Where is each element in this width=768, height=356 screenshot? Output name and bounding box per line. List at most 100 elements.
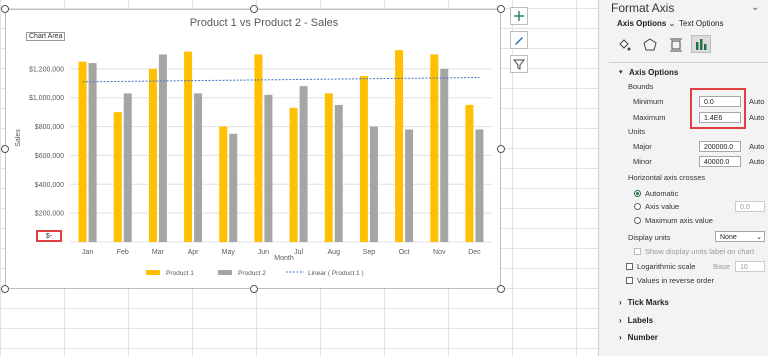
resize-handle-tc[interactable] bbox=[250, 5, 258, 13]
section-labels[interactable]: › Labels bbox=[619, 316, 653, 325]
bar-product-1 bbox=[289, 107, 298, 242]
resize-handle-tl[interactable] bbox=[1, 5, 9, 13]
x-tick-label: Jan bbox=[82, 249, 93, 256]
major-auto-button[interactable]: Auto bbox=[749, 142, 764, 151]
bar-product-2 bbox=[194, 93, 203, 242]
legend-label-product2: Product 2 bbox=[238, 270, 266, 277]
chart-title: Product 1 vs Product 2 - Sales bbox=[190, 17, 339, 29]
minimum-auto-button[interactable]: Auto bbox=[749, 97, 764, 106]
resize-handle-tr[interactable] bbox=[497, 5, 505, 13]
bar-product-1 bbox=[430, 54, 439, 242]
y-tick-label: $200,000 bbox=[35, 211, 64, 218]
bar-chart-icon bbox=[696, 39, 707, 50]
bounds-label: Bounds bbox=[628, 82, 654, 91]
resize-handle-mr[interactable] bbox=[497, 145, 505, 153]
major-input[interactable]: 200000.0 bbox=[699, 141, 741, 152]
show-units-checkbox[interactable] bbox=[634, 248, 641, 255]
x-tick-label: Aug bbox=[328, 249, 341, 256]
section-tick-marks-label: Tick Marks bbox=[627, 298, 669, 307]
section-axis-options-chevron-icon[interactable]: ▾ bbox=[619, 68, 623, 76]
resize-handle-br[interactable] bbox=[497, 285, 505, 293]
section-number[interactable]: › Number bbox=[619, 333, 658, 342]
chart-styles-button[interactable] bbox=[510, 31, 528, 49]
display-units-select[interactable]: None ⌄ bbox=[715, 231, 765, 242]
bar-product-2 bbox=[440, 68, 449, 242]
x-tick-label: Oct bbox=[399, 249, 410, 256]
x-tick-label: Dec bbox=[468, 249, 481, 256]
bar-product-2 bbox=[158, 54, 167, 242]
bar-product-2 bbox=[369, 126, 378, 242]
radio-automatic-label[interactable]: Automatic bbox=[645, 189, 678, 198]
bar-product-1 bbox=[78, 61, 87, 243]
maximum-label: Maximum bbox=[633, 113, 666, 122]
chevron-right-icon: › bbox=[619, 298, 622, 307]
panel-collapse-chevron-icon[interactable]: ⌄ bbox=[751, 2, 759, 13]
maximum-auto-button[interactable]: Auto bbox=[749, 113, 764, 122]
pentagon-icon bbox=[643, 38, 657, 51]
axis-options-tab[interactable] bbox=[691, 35, 711, 53]
minor-input[interactable]: 40000.0 bbox=[699, 156, 741, 167]
section-number-label: Number bbox=[627, 333, 658, 342]
y-tick-label: $1,000,000 bbox=[29, 95, 64, 102]
bar-product-2 bbox=[88, 63, 97, 243]
bar-product-2 bbox=[405, 129, 414, 242]
legend-label-trend: Linear ( Product 1 ) bbox=[308, 270, 364, 277]
radio-axis-value[interactable] bbox=[634, 203, 641, 210]
y-tick-label: $400,000 bbox=[35, 182, 64, 189]
bar-product-1 bbox=[324, 93, 333, 242]
x-tick-label: May bbox=[222, 249, 236, 256]
x-tick-label: Apr bbox=[188, 249, 200, 256]
radio-max-axis-value-label[interactable]: Maximum axis value bbox=[645, 216, 713, 225]
size-properties-tab[interactable] bbox=[669, 38, 685, 52]
minimum-label: Minimum bbox=[633, 97, 664, 106]
show-units-label[interactable]: Show display units label on chart bbox=[645, 247, 754, 256]
divider bbox=[609, 62, 768, 63]
radio-automatic[interactable] bbox=[634, 190, 641, 197]
y-tick-label: $800,000 bbox=[35, 124, 64, 131]
y-axis-zero-label[interactable]: $- bbox=[36, 230, 62, 242]
chart-area[interactable]: Product 1 vs Product 2 - Sales $200,000 $… bbox=[5, 9, 501, 289]
log-scale-label[interactable]: Logarithmic scale bbox=[637, 262, 695, 271]
y-tick-label: $1,200,000 bbox=[29, 66, 64, 73]
bar-product-2 bbox=[475, 129, 484, 242]
tab-axis-options[interactable]: Axis Options ⌄ bbox=[617, 19, 675, 28]
bar-product-2 bbox=[334, 104, 343, 242]
bar-product-1 bbox=[359, 76, 368, 242]
chart-elements-button[interactable] bbox=[510, 7, 528, 25]
legend-swatch-product2 bbox=[218, 270, 232, 275]
bar-product-2 bbox=[264, 94, 273, 242]
log-scale-checkbox[interactable] bbox=[626, 263, 633, 270]
legend-label-product1: Product 1 bbox=[166, 270, 194, 277]
display-units-label: Display units bbox=[628, 233, 671, 242]
resize-handle-ml[interactable] bbox=[1, 145, 9, 153]
radio-axis-value-label[interactable]: Axis value bbox=[645, 202, 679, 211]
fill-line-tab[interactable] bbox=[617, 38, 633, 52]
y-tick-label: $600,000 bbox=[35, 153, 64, 160]
chart-svg: Product 1 vs Product 2 - Sales $200,000 $… bbox=[15, 17, 492, 277]
filter-icon bbox=[513, 59, 525, 70]
x-tick-label: Jun bbox=[258, 249, 269, 256]
tab-text-options[interactable]: Text Options bbox=[679, 19, 723, 28]
base-input[interactable]: 10 bbox=[735, 261, 765, 272]
section-axis-options[interactable]: Axis Options bbox=[629, 68, 678, 77]
reverse-order-checkbox[interactable] bbox=[626, 277, 633, 284]
chevron-right-icon: › bbox=[619, 316, 622, 325]
resize-handle-bc[interactable] bbox=[250, 285, 258, 293]
chart-filters-button[interactable] bbox=[510, 55, 528, 73]
section-tick-marks[interactable]: › Tick Marks bbox=[619, 298, 669, 307]
resize-handle-bl[interactable] bbox=[1, 285, 9, 293]
base-label: Base bbox=[713, 262, 731, 271]
minor-auto-button[interactable]: Auto bbox=[749, 157, 764, 166]
effects-tab[interactable] bbox=[643, 38, 659, 52]
legend: Product 1 Product 2 Linear ( Product 1 ) bbox=[146, 270, 364, 277]
display-units-value: None bbox=[720, 234, 737, 241]
bar-product-2 bbox=[229, 133, 238, 242]
size-properties-icon bbox=[670, 38, 682, 52]
bounds-highlight-box bbox=[690, 88, 746, 129]
reverse-order-label[interactable]: Values in reverse order bbox=[637, 276, 714, 285]
radio-max-axis-value[interactable] bbox=[634, 217, 641, 224]
bar-product-1 bbox=[113, 112, 122, 243]
legend-swatch-product1 bbox=[146, 270, 160, 275]
x-tick-label: Mar bbox=[152, 249, 165, 256]
axis-value-input[interactable]: 0.0 bbox=[735, 201, 765, 212]
